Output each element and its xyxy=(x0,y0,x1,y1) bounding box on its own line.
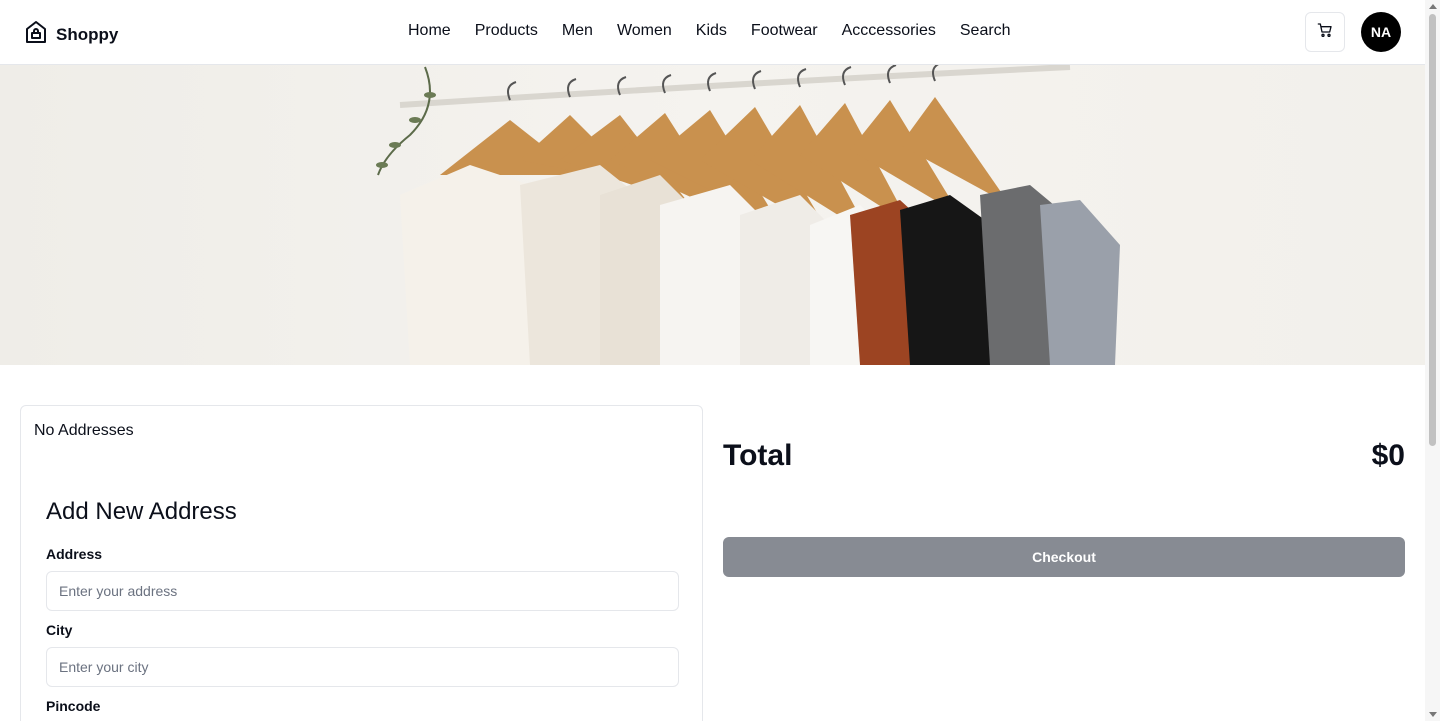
scroll-thumb[interactable] xyxy=(1429,14,1436,446)
shop-home-icon xyxy=(24,19,48,50)
add-address-title: Add New Address xyxy=(46,498,237,525)
address-card: No Addresses Add New Address Address Cit… xyxy=(20,405,703,721)
nav-item-kids[interactable]: Kids xyxy=(696,22,727,40)
city-label: City xyxy=(46,622,73,638)
checkout-button[interactable]: Checkout xyxy=(723,537,1405,577)
brand-logo[interactable]: Shoppy xyxy=(24,19,118,50)
clothes-rack-illustration xyxy=(0,65,1425,365)
pincode-label: Pincode xyxy=(46,698,101,714)
scroll-up-icon[interactable] xyxy=(1429,4,1437,9)
address-label: Address xyxy=(46,546,103,562)
nav-item-men[interactable]: Men xyxy=(562,22,593,40)
user-avatar[interactable]: NA xyxy=(1361,12,1401,52)
cart-button[interactable] xyxy=(1305,12,1345,52)
nav-item-accessories[interactable]: Acccessories xyxy=(842,22,936,40)
scroll-down-icon[interactable] xyxy=(1429,712,1437,717)
nav-item-home[interactable]: Home xyxy=(408,22,451,40)
hero-banner xyxy=(0,65,1425,365)
nav-item-search[interactable]: Search xyxy=(960,22,1011,40)
page-scrollbar[interactable] xyxy=(1425,0,1440,721)
no-addresses-text: No Addresses xyxy=(34,422,134,439)
cart-icon xyxy=(1317,22,1333,43)
nav-item-footwear[interactable]: Footwear xyxy=(751,22,818,40)
nav-item-women[interactable]: Women xyxy=(617,22,672,40)
city-input[interactable] xyxy=(46,647,679,687)
total-value: $0 xyxy=(1371,439,1405,472)
brand-name: Shoppy xyxy=(56,24,119,44)
nav-item-products[interactable]: Products xyxy=(475,22,538,40)
top-navbar: Shoppy Home Products Men Women Kids Foot… xyxy=(0,0,1425,65)
address-input[interactable] xyxy=(46,571,679,611)
main-nav: Home Products Men Women Kids Footwear Ac… xyxy=(408,22,1011,40)
total-label: Total xyxy=(723,439,793,472)
